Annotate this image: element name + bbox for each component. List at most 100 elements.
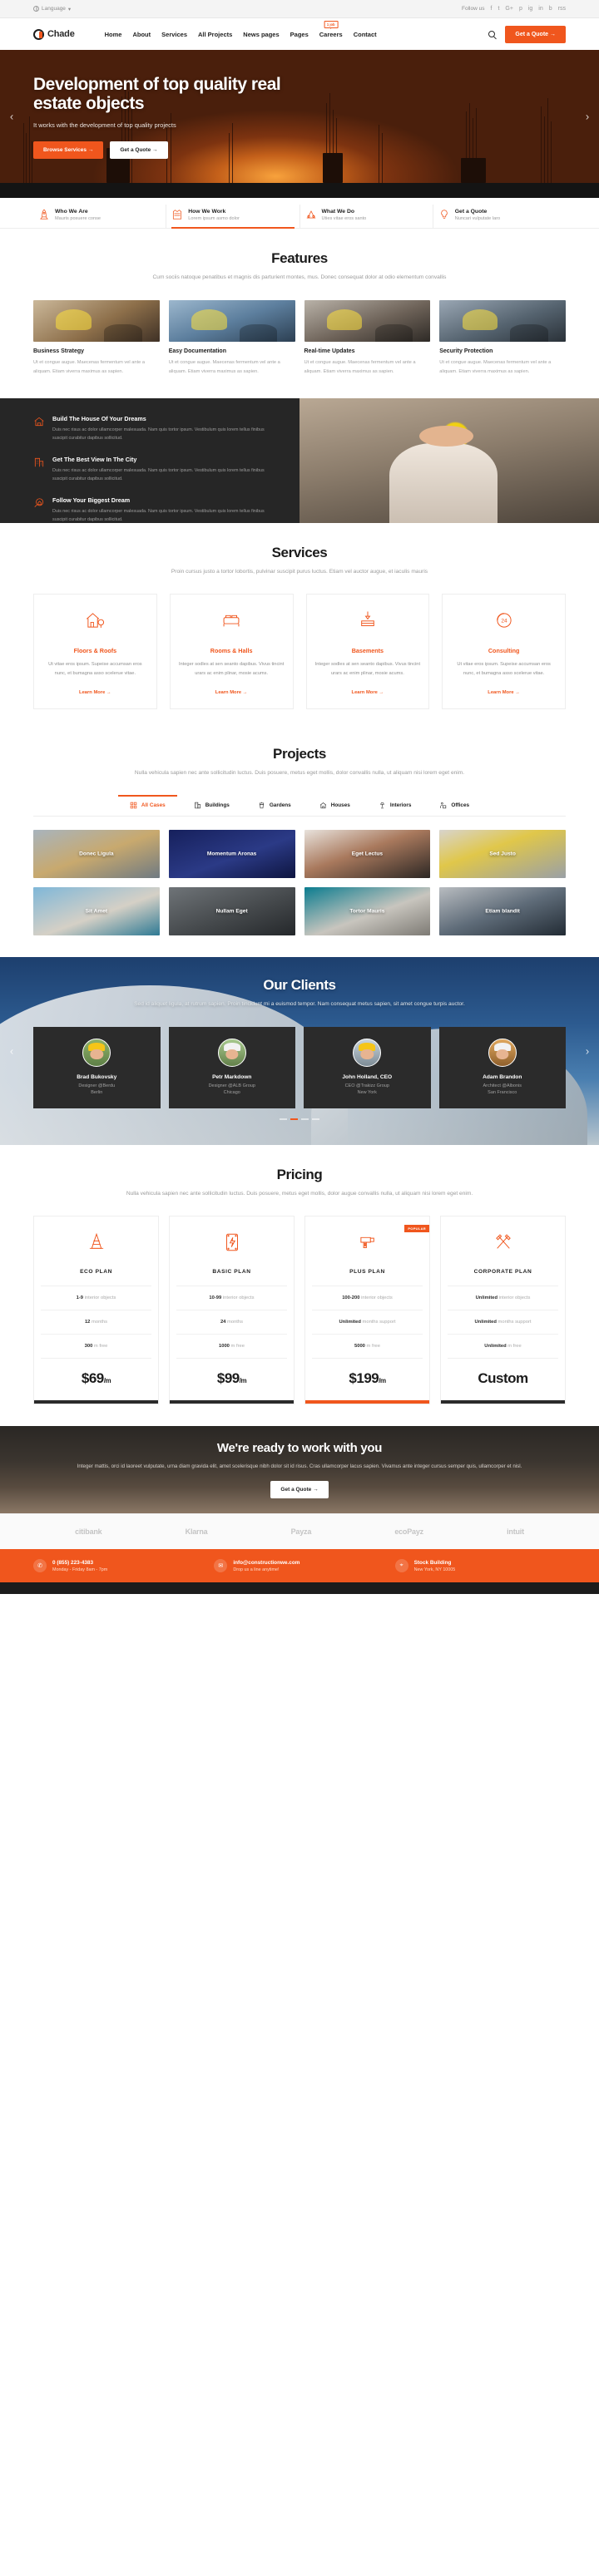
plan-row-rest: m free	[364, 1344, 380, 1350]
service-learn-more-link[interactable]: Learn More →	[315, 690, 421, 695]
feature-card[interactable]: Security Protection Ut et congue augue. …	[439, 299, 566, 377]
project-card[interactable]: Sit Amet	[33, 886, 160, 935]
hero-get-a-quote-button[interactable]: Get a Quote →	[110, 141, 168, 160]
filter-interiors[interactable]: Interiors	[377, 796, 413, 816]
client-card[interactable]: John Holland, CEO CEO @Trakizz Group New…	[304, 1026, 431, 1108]
hero-subtitle: It works with the development of top qua…	[33, 121, 176, 130]
cta-section: We're ready to work with you Integer mat…	[0, 1426, 599, 1514]
features-subtitle: Cum sociis natoque penatibus et magnis d…	[152, 274, 447, 280]
clients-prev-arrow[interactable]: ‹	[5, 1044, 18, 1057]
client-card[interactable]: Adam Brandon Architect @Albonis San Fran…	[438, 1026, 566, 1108]
project-card[interactable]: Tortor Mauris	[304, 886, 431, 935]
grid-icon	[130, 802, 137, 809]
pricing-card-eco[interactable]: ECO PLAN 1-9 interior objects 12 months …	[33, 1216, 159, 1405]
quickbar-item-what-we-do[interactable]: What We Do Uties vitae eros santo	[300, 205, 433, 228]
client-card[interactable]: Brad Bukovsky Designer @Berdu Berlin	[33, 1026, 161, 1108]
client-name: Adam Brandon	[483, 1073, 522, 1080]
rss-icon[interactable]: rss	[558, 6, 566, 12]
logo[interactable]: Chade	[33, 28, 75, 40]
tools-icon	[495, 1234, 511, 1249]
promo-item-follow-dream: Follow Your Biggest Dream Duis nec risus…	[33, 496, 280, 525]
pagination-dot[interactable]	[280, 1118, 287, 1120]
plan-row: 1-9 interior objects	[41, 1286, 151, 1310]
filter-gardens[interactable]: Gardens	[256, 796, 293, 816]
pricing-card-corporate[interactable]: CORPORATE PLAN Unlimited interior object…	[440, 1216, 566, 1405]
feature-card[interactable]: Easy Documentation Ut et congue augue. M…	[168, 299, 295, 377]
nav-item-home[interactable]: Home	[105, 31, 122, 38]
nav-item-news-pages[interactable]: News pages	[243, 31, 279, 38]
pricing-card-plus[interactable]: POPULAR PLUS PLAN 100-200 interior objec…	[304, 1216, 430, 1405]
quickbar-item-get-a-quote[interactable]: Get a Quote Nuncari vulputate laro	[433, 205, 566, 228]
service-learn-more-link[interactable]: Learn More →	[42, 690, 148, 695]
feature-card[interactable]: Real-time Updates Ut et congue augue. Ma…	[304, 299, 431, 377]
contact-title: 0 (855) 223-4383	[52, 1559, 94, 1566]
client-card[interactable]: Petr Markdown Designer @ALB Group Chicag…	[168, 1026, 295, 1108]
cta-get-a-quote-button[interactable]: Get a Quote →	[270, 1481, 329, 1499]
hero-next-arrow[interactable]: ›	[581, 111, 594, 123]
feature-title: Business Strategy	[33, 348, 85, 354]
project-card[interactable]: Momentum Aronas	[168, 829, 295, 878]
service-learn-more-link[interactable]: Learn More →	[451, 690, 557, 695]
behance-icon[interactable]: b	[549, 6, 552, 12]
instagram-icon[interactable]: ig	[528, 6, 532, 12]
plan-row-rest: m free	[92, 1344, 108, 1350]
filter-all-cases[interactable]: All Cases	[117, 794, 177, 816]
pagination-dot[interactable]	[301, 1118, 309, 1120]
service-learn-more-link[interactable]: Learn More →	[179, 690, 285, 695]
quickbar-item-who-we-are[interactable]: Who We Are Mauris posuere conse	[33, 205, 167, 228]
project-card[interactable]: Nullam Eget	[168, 886, 295, 935]
promo-item-best-view: Get The Best View In The City Duis nec r…	[33, 456, 280, 484]
header-get-a-quote-button[interactable]: Get a Quote →	[505, 25, 566, 43]
services-title: Services	[271, 544, 328, 560]
filter-houses[interactable]: Houses	[318, 796, 352, 816]
nav-item-all-projects[interactable]: All Projects	[198, 31, 232, 38]
plan-period: /m	[103, 1377, 111, 1385]
plan-row-rest: months	[90, 1320, 108, 1325]
googleplus-icon[interactable]: G+	[505, 6, 513, 12]
search-icon[interactable]	[488, 31, 496, 37]
nav-item-services[interactable]: Services	[161, 31, 187, 38]
service-card-rooms-halls[interactable]: Rooms & Halls Integer sodles at sen sean…	[169, 594, 294, 710]
nav-item-pages[interactable]: Pages	[290, 31, 309, 38]
nav-item-careers[interactable]: 1 job Careers	[319, 20, 343, 38]
quickbar-item-how-we-work[interactable]: How We Work Lorem ipsum asmo dolor	[166, 205, 300, 229]
filter-buildings[interactable]: Buildings	[192, 796, 231, 816]
promo-item-build-house: Build The House Of Your Dreams Duis nec …	[33, 415, 280, 443]
service-card-basements[interactable]: Basements Integer sodles at sen seanto d…	[305, 594, 430, 710]
pricing-card-basic[interactable]: BASIC PLAN 10-99 interior objects 24 mon…	[169, 1216, 295, 1405]
language-selector[interactable]: Language ▾	[33, 6, 71, 12]
plan-name: PLUS PLAN	[349, 1269, 385, 1276]
facebook-icon[interactable]: f	[490, 6, 492, 12]
feature-card[interactable]: Business Strategy Ut et congue augue. Ma…	[33, 299, 160, 377]
project-card[interactable]: Sed Justo	[439, 829, 566, 878]
pinterest-icon[interactable]: p	[519, 6, 522, 12]
client-name: John Holland, CEO	[342, 1073, 393, 1080]
pricing-title: Pricing	[276, 1166, 323, 1182]
filter-offices[interactable]: Offices	[438, 796, 471, 816]
service-card-floors-roofs[interactable]: Floors & Roofs Ut vitae eros ipsum. Supe…	[33, 594, 157, 710]
quickbar-title: Who We Are	[55, 209, 88, 215]
project-card[interactable]: Eget Lectus	[304, 829, 431, 878]
filter-label: Gardens	[269, 802, 291, 808]
pagination-dot-active[interactable]	[290, 1118, 298, 1120]
plan-row-strong: 1-9	[76, 1295, 84, 1301]
nav-item-about[interactable]: About	[132, 31, 151, 38]
browse-services-button[interactable]: Browse Services →	[33, 141, 104, 160]
project-card[interactable]: Etiam blandit	[439, 886, 566, 935]
contact-phone[interactable]: ✆ 0 (855) 223-4383 Monday - Friday 8am -…	[33, 1559, 204, 1573]
plan-footer-bar	[34, 1400, 158, 1404]
hero-prev-arrow[interactable]: ‹	[5, 111, 18, 123]
pagination-dot[interactable]	[312, 1118, 319, 1120]
linkedin-icon[interactable]: in	[538, 6, 542, 12]
feature-title: Real-time Updates	[304, 348, 355, 354]
contact-email[interactable]: ✉ info@constructionwe.com Drop us a line…	[214, 1559, 384, 1573]
follow-us-label: Follow us	[462, 6, 485, 12]
twitter-icon[interactable]: t	[498, 6, 499, 12]
contact-address[interactable]: ⌖ Stock Building New York, NY 10005	[394, 1559, 566, 1573]
project-card[interactable]: Donec Ligula	[33, 829, 160, 878]
services-header: Services Proin cursus justo a tortor lob…	[33, 545, 566, 578]
service-card-consulting[interactable]: 24 Consulting Ut vitae eros ipsum. Supei…	[442, 594, 566, 710]
clients-next-arrow[interactable]: ›	[581, 1044, 594, 1057]
nav-item-contact[interactable]: Contact	[354, 31, 377, 38]
hero-title: Development of top quality real estate o…	[33, 75, 281, 114]
